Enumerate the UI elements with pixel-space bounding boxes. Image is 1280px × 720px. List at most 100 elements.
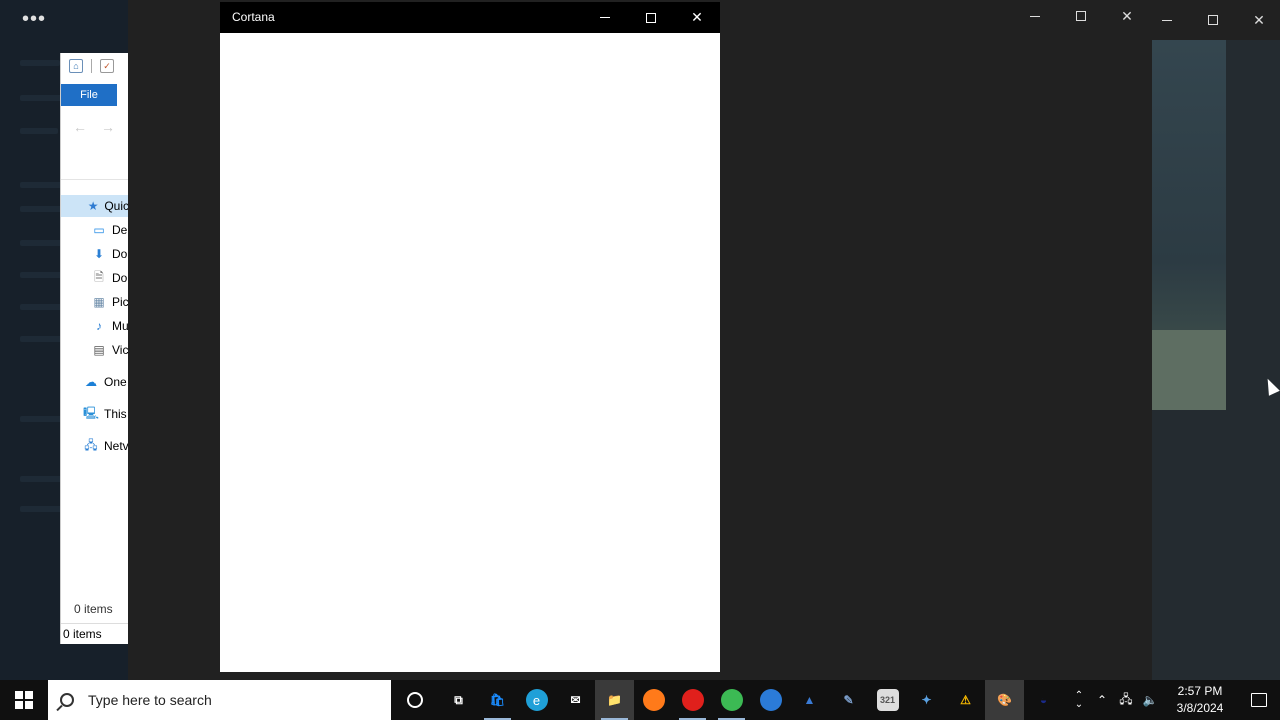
nav-item[interactable]: 🖧 Netv xyxy=(61,435,128,457)
search-placeholder: Type here to search xyxy=(88,692,212,708)
minimize-icon xyxy=(1030,15,1040,17)
paint-app-icon[interactable]: 🎨 xyxy=(985,680,1024,720)
media-app-icon-glyph: ◒ xyxy=(1039,693,1048,707)
close-icon: ✕ xyxy=(1253,11,1265,28)
nav-item-label: This xyxy=(104,407,127,421)
network-glyph: 🖧 xyxy=(1119,691,1133,706)
file-explorer-icon[interactable]: 📁 xyxy=(595,680,634,720)
window-title: Cortana xyxy=(232,10,275,24)
start-button[interactable] xyxy=(0,680,48,720)
maximize-icon xyxy=(1076,11,1086,21)
clock-date: 3/8/2024 xyxy=(1176,701,1224,715)
sidebar-ghost-item xyxy=(20,95,64,101)
mail-icon-glyph: ✉ xyxy=(570,693,581,707)
mail-icon[interactable]: ✉ xyxy=(556,680,595,720)
opera-icon-glyph xyxy=(681,689,704,711)
network-icon[interactable]: 🖧 xyxy=(1114,680,1138,720)
nav-item[interactable]: ☁ One xyxy=(61,371,128,393)
onedrive-icon: ☁ xyxy=(85,375,97,389)
nav-item[interactable]: 🗎 Do xyxy=(61,267,128,289)
thunderbird-icon[interactable] xyxy=(751,680,790,720)
edge-icon-glyph: e xyxy=(525,689,548,711)
close-button[interactable]: ✕ xyxy=(1236,4,1280,36)
search-box[interactable]: Type here to search xyxy=(48,680,391,720)
desktop-icon: ▭ xyxy=(93,223,105,237)
tool-app-icon-glyph: ✦ xyxy=(921,693,932,707)
photo-editor-icon[interactable]: ✎ xyxy=(829,680,868,720)
tool-app-icon[interactable]: ✦ xyxy=(907,680,946,720)
close-button[interactable]: ✕ xyxy=(674,2,720,33)
file-tab[interactable]: File xyxy=(61,84,117,106)
nav-item[interactable]: ▦ Pic xyxy=(61,291,128,313)
show-hidden-icons-button[interactable]: ⌃ xyxy=(1090,680,1114,720)
calendar-app-icon-glyph: 321 xyxy=(876,689,899,711)
maximize-icon xyxy=(1208,15,1218,25)
maximize-button[interactable] xyxy=(1058,0,1104,32)
clock-time: 2:57 PM xyxy=(1177,684,1223,698)
opera-icon[interactable] xyxy=(673,680,712,720)
photo-editor-icon-glyph: ✎ xyxy=(843,693,854,707)
toolbar-separator xyxy=(91,59,92,73)
properties-icon[interactable]: ⌂ xyxy=(69,59,83,73)
nav-item-label: Pic xyxy=(112,295,128,309)
minimize-button[interactable] xyxy=(1012,0,1058,32)
divider xyxy=(61,179,128,180)
firefox-icon[interactable] xyxy=(634,680,673,720)
action-center-button[interactable] xyxy=(1238,680,1280,720)
nav-item[interactable]: ♪ Mu xyxy=(61,315,128,337)
app-blue-icon[interactable]: ▲ xyxy=(790,680,829,720)
nav-item-label: One xyxy=(104,375,127,389)
background-window-controls-right: ✕ xyxy=(1144,4,1280,36)
chrome-icon[interactable] xyxy=(712,680,751,720)
quick-access-toolbar: ⌂ ✓ xyxy=(69,59,114,73)
cortana-button[interactable] xyxy=(391,680,439,720)
clock[interactable]: 2:57 PM 3/8/2024 xyxy=(1162,680,1238,720)
warning-app-icon[interactable]: ⚠ xyxy=(946,680,985,720)
background-right-panel xyxy=(1152,40,1280,680)
nav-item[interactable]: ⬇ Do xyxy=(61,243,128,265)
microsoft-store-icon-glyph: 🛍 xyxy=(489,693,506,707)
volume-muted-icon[interactable]: 🔈 xyxy=(1138,680,1162,720)
task-view-button-glyph: ⧉ xyxy=(454,692,463,707)
nav-item[interactable]: ▤ Vic xyxy=(61,339,128,361)
nav-item-label: Quic xyxy=(104,199,128,213)
overflow-icons[interactable]: ⌃ ⌄ xyxy=(1068,680,1090,720)
music-icon: ♪ xyxy=(96,319,102,333)
maximize-button[interactable] xyxy=(1190,4,1236,36)
minimize-button[interactable] xyxy=(1144,4,1190,36)
nav-item-label: Do xyxy=(112,247,128,261)
star-icon: ★ xyxy=(87,199,99,213)
forward-arrow-icon[interactable]: → xyxy=(101,119,115,135)
checkbox-icon[interactable]: ✓ xyxy=(100,59,114,73)
nav-item[interactable]: ▭ De xyxy=(61,219,128,241)
minimize-icon xyxy=(600,17,610,18)
nav-item-label: Vic xyxy=(112,343,128,357)
warning-app-icon-glyph: ⚠ xyxy=(960,693,971,707)
back-arrow-icon[interactable]: ← xyxy=(73,119,87,135)
taskbar-app-icons: ⧉ 🛍 e ✉ 📁 ▲ ✎ 321 ✦ ⚠ 🎨 ◒ xyxy=(391,680,1063,720)
minimize-button[interactable] xyxy=(582,2,628,33)
background-window-controls: ✕ xyxy=(1012,0,1150,32)
status-bar: 0 items xyxy=(61,623,128,644)
nav-item-label: Netv xyxy=(104,439,128,453)
calendar-app-icon[interactable]: 321 xyxy=(868,680,907,720)
file-explorer-window: ⌂ ✓ File ← → ★ Quic ▭ De ⬇ Do 🗎 Do ▦ Pic ♪ Mu ▤ Vic ☁ O… xyxy=(60,53,128,644)
microsoft-store-icon[interactable]: 🛍 xyxy=(478,680,517,720)
media-app-icon[interactable]: ◒ xyxy=(1024,680,1063,720)
nav-item[interactable]: 🖳 This xyxy=(61,403,128,425)
chevron-up-icon: ⌃ xyxy=(1096,693,1108,707)
edge-icon[interactable]: e xyxy=(517,680,556,720)
search-icon xyxy=(60,693,74,707)
nav-item-label: De xyxy=(112,223,128,237)
title-bar[interactable]: Cortana ✕ xyxy=(220,2,720,33)
maximize-button[interactable] xyxy=(628,2,674,33)
network-icon: 🖧 xyxy=(84,437,98,452)
downloads-icon: ⬇ xyxy=(93,247,105,261)
paint-app-icon-glyph: 🎨 xyxy=(997,693,1012,707)
nav-item[interactable]: ★ Quic xyxy=(61,195,128,217)
task-view-button[interactable]: ⧉ xyxy=(439,680,478,720)
firefox-icon-glyph xyxy=(642,689,665,711)
file-explorer-icon-glyph: 📁 xyxy=(607,693,622,707)
windows-logo-icon xyxy=(15,691,33,709)
more-options-icon[interactable]: ••• xyxy=(22,9,46,29)
